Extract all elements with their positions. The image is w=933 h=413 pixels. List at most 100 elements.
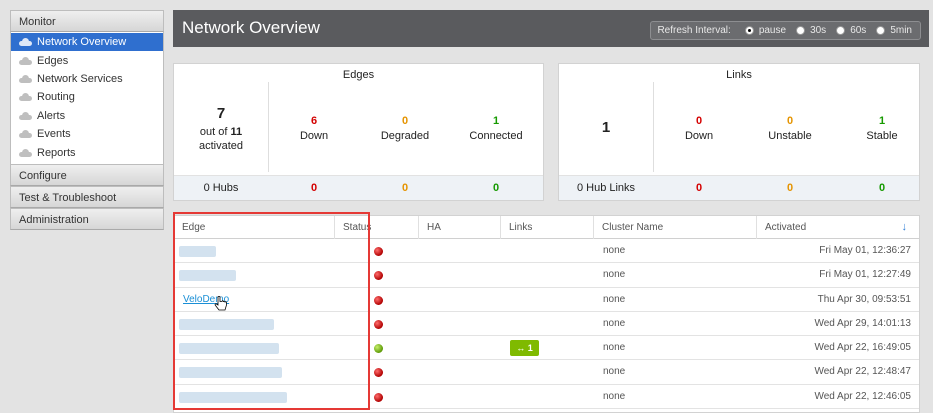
- cloud-icon: [19, 56, 32, 65]
- edges-activated-count: 7: [216, 105, 226, 122]
- monitor-nav-list: Network Overview Edges Network Services …: [10, 32, 164, 164]
- hub-links-unstable-count: 0: [786, 182, 794, 194]
- sidebar-item-events[interactable]: Events: [11, 125, 163, 143]
- table-row[interactable]: none Fri May 01, 12:27:49: [174, 263, 919, 288]
- link-arrows-icon: ↔: [516, 343, 526, 354]
- cluster-name-cell: none: [603, 293, 626, 305]
- sidebar-item-routing[interactable]: Routing: [11, 88, 163, 106]
- links-unstable-count: 0: [786, 115, 794, 127]
- links-total-count: 1: [601, 119, 611, 136]
- hand-cursor-icon: [214, 296, 227, 311]
- cloud-icon: [19, 111, 32, 120]
- refresh-option-30s[interactable]: 30s: [796, 25, 826, 36]
- refresh-option-pause[interactable]: pause: [744, 25, 786, 36]
- nav-section-monitor[interactable]: Monitor: [10, 10, 164, 32]
- links-count: 1: [527, 343, 533, 354]
- table-row[interactable]: VeloDemo none Thu Apr 30, 09:53:51: [174, 288, 919, 312]
- sidebar-item-reports[interactable]: Reports: [11, 143, 163, 161]
- cluster-name-cell: none: [603, 342, 626, 354]
- radio-icon[interactable]: [796, 26, 806, 35]
- page-header: Network Overview Refresh Interval: pause…: [173, 10, 929, 47]
- cluster-name-cell: none: [603, 269, 626, 281]
- cluster-name-cell: none: [603, 245, 626, 256]
- column-header-edge[interactable]: Edge: [174, 216, 335, 239]
- table-header: Edge Status HA Links Cluster Name Activa…: [174, 216, 919, 239]
- radio-icon[interactable]: [836, 26, 846, 35]
- sidebar-item-label: Reports: [37, 146, 76, 159]
- table-row[interactable]: none Fri May 01, 12:36:27: [174, 239, 919, 264]
- refresh-option-label: 30s: [810, 25, 827, 36]
- activated-cell: Fri May 01, 12:36:27: [819, 245, 911, 256]
- edges-out-of: out of 11: [199, 126, 243, 138]
- cloud-icon: [19, 148, 32, 157]
- activated-cell: Wed Apr 22, 16:49:05: [814, 342, 911, 354]
- radio-icon[interactable]: [876, 26, 886, 35]
- sidebar-item-network-overview[interactable]: Network Overview: [11, 33, 163, 52]
- links-down-count: 0: [695, 115, 703, 127]
- sort-down-arrow-icon[interactable]: ↓: [902, 221, 908, 233]
- refresh-option-5min[interactable]: 5min: [876, 25, 912, 36]
- nav-section-test-troubleshoot[interactable]: Test & Troubleshoot: [10, 185, 164, 208]
- table-row[interactable]: none Wed Apr 22, 12:48:47: [174, 360, 919, 385]
- column-header-status[interactable]: Status: [335, 216, 419, 239]
- hub-links-stable-count: 0: [878, 182, 886, 194]
- status-down-icon: [374, 392, 383, 402]
- activated-cell: Fri May 01, 12:27:49: [819, 269, 911, 281]
- status-down-icon: [374, 247, 383, 256]
- status-down-icon: [374, 271, 383, 281]
- sidebar-item-edges[interactable]: Edges: [11, 51, 163, 69]
- hub-links-footer: 0 Hub Links 0 0 0: [559, 175, 919, 200]
- edges-down-count: 6: [310, 115, 318, 127]
- hubs-degraded-count: 0: [401, 182, 409, 194]
- hubs-label: 0 Hubs: [203, 182, 239, 194]
- cloud-icon: [19, 74, 32, 83]
- cluster-name-cell: none: [603, 390, 626, 402]
- links-count-badge[interactable]: ↔ 1: [510, 340, 539, 357]
- sidebar-item-label: Network Services: [37, 72, 123, 85]
- sidebar-item-network-services[interactable]: Network Services: [11, 70, 163, 88]
- sidebar: Monitor Network Overview Edges Network S…: [10, 10, 164, 230]
- cloud-icon: [19, 93, 32, 102]
- table-row[interactable]: none Wed Apr 22, 12:46:05: [174, 385, 919, 410]
- column-header-activated[interactable]: Activated: [757, 216, 921, 239]
- edges-degraded-label: Degraded: [380, 130, 430, 142]
- sidebar-item-label: Events: [37, 128, 71, 141]
- column-header-links[interactable]: Links: [501, 216, 594, 239]
- cluster-name-cell: none: [603, 317, 626, 329]
- status-down-icon: [374, 295, 383, 305]
- column-header-cluster-name[interactable]: Cluster Name: [594, 216, 757, 239]
- nav-section-configure[interactable]: Configure: [10, 163, 164, 186]
- cloud-icon: [19, 130, 32, 139]
- refresh-option-label: 60s: [850, 25, 867, 36]
- activated-cell: Wed Apr 22, 12:46:05: [814, 390, 911, 402]
- hubs-down-count: 0: [310, 182, 318, 194]
- sidebar-item-label: Edges: [37, 54, 69, 67]
- table-row[interactable]: ↔ 1 none Wed Apr 22, 16:49:05: [174, 336, 919, 361]
- links-stable-count: 1: [878, 115, 886, 127]
- cluster-name-cell: none: [603, 366, 626, 378]
- sidebar-item-label: Alerts: [37, 109, 66, 122]
- column-header-ha[interactable]: HA: [419, 216, 501, 239]
- links-summary-card: Links 1 0 Down 0 Unstable 1 Stable 0 Hub…: [558, 63, 920, 201]
- activated-cell: Wed Apr 29, 14:01:13: [814, 317, 911, 329]
- links-unstable-label: Unstable: [768, 130, 812, 142]
- refresh-option-label: 5min: [890, 25, 912, 36]
- sidebar-item-label: Network Overview: [37, 36, 127, 49]
- sidebar-item-alerts[interactable]: Alerts: [11, 107, 163, 125]
- radio-selected-icon[interactable]: [744, 26, 754, 35]
- links-down-label: Down: [684, 130, 714, 142]
- edges-degraded-count: 0: [401, 115, 409, 127]
- cloud-icon: [19, 38, 32, 47]
- refresh-option-60s[interactable]: 60s: [836, 25, 866, 36]
- activated-cell: Thu Apr 30, 09:53:51: [817, 293, 911, 305]
- links-card-title: Links: [726, 69, 752, 81]
- edges-card-title: Edges: [342, 69, 375, 81]
- status-down-icon: [374, 319, 383, 329]
- edges-summary-card: Edges 7 out of 11 activated 6 Down 0 Deg…: [173, 63, 544, 201]
- edges-table: Edge Status HA Links Cluster Name Activa…: [173, 215, 920, 413]
- status-down-icon: [374, 368, 383, 378]
- hubs-connected-count: 0: [492, 182, 500, 194]
- nav-section-administration[interactable]: Administration: [10, 207, 164, 230]
- table-row[interactable]: none Wed Apr 29, 14:01:13: [174, 312, 919, 337]
- refresh-interval-label: Refresh Interval:: [657, 25, 731, 36]
